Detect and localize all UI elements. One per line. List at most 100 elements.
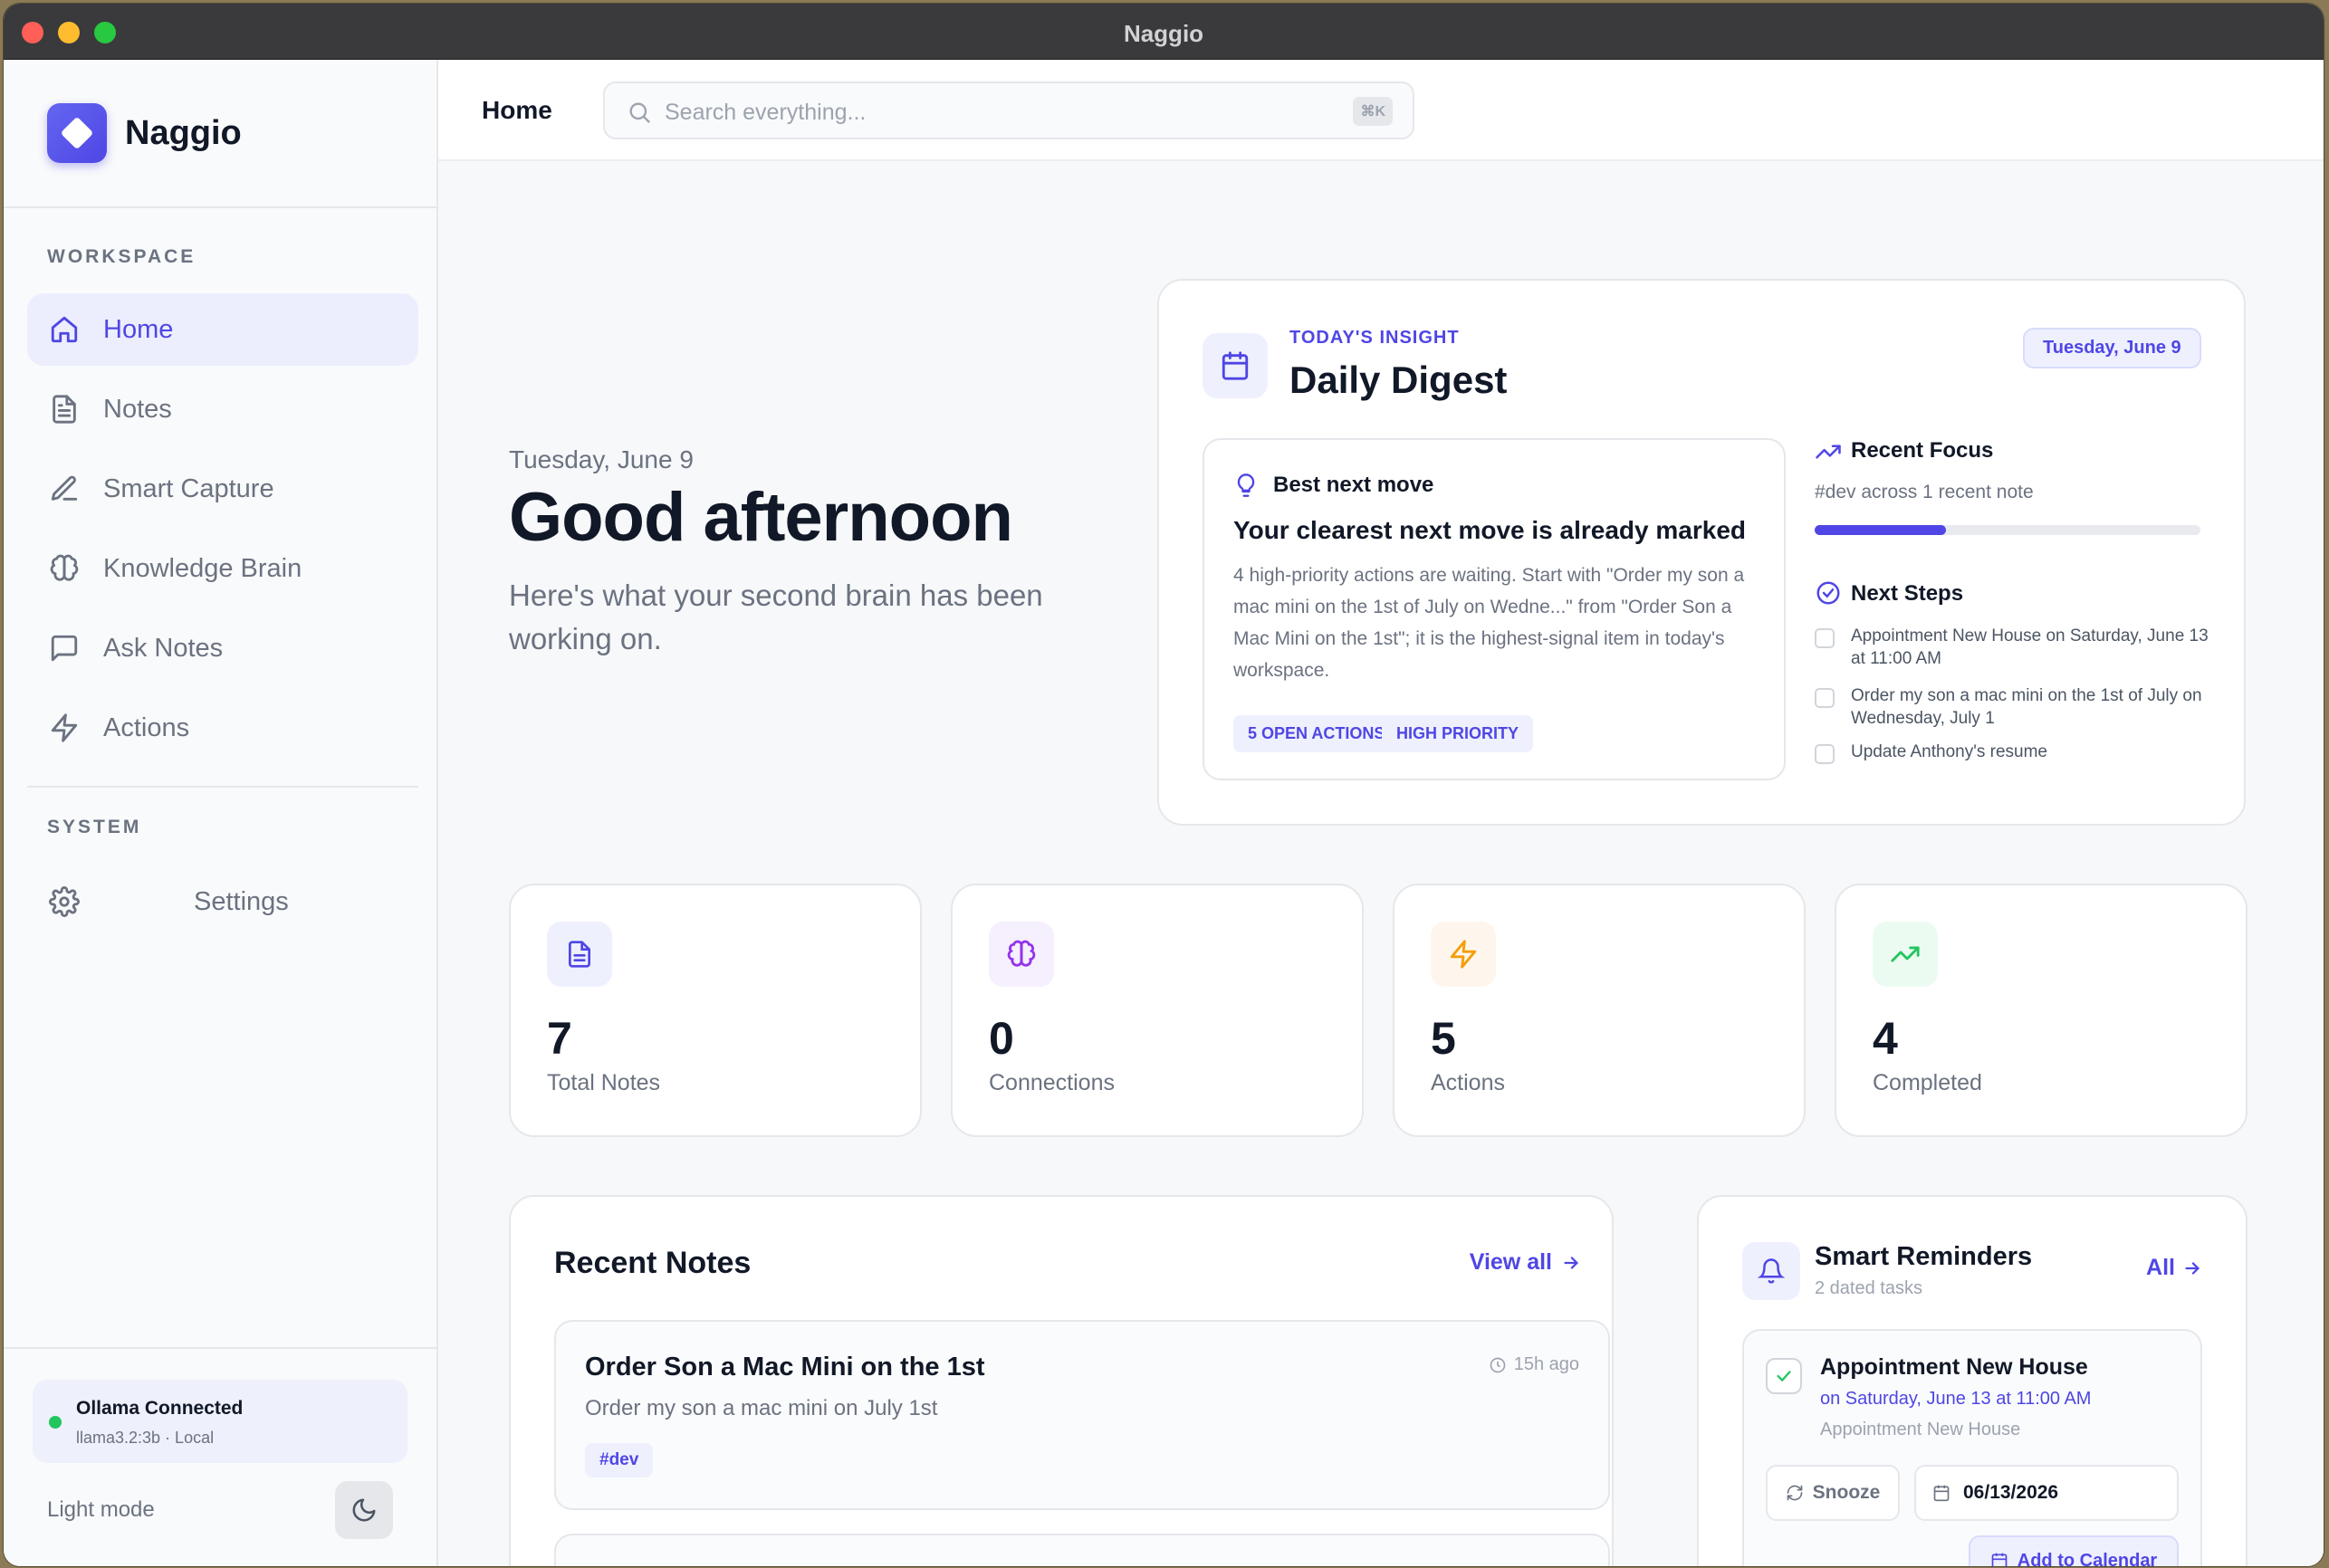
reminder-date: 06/13/2026	[1963, 1482, 2059, 1503]
sidebar-item-notes[interactable]: Notes	[27, 373, 418, 445]
main-content: Home Search everything... ⌘K Tuesday, Ju…	[438, 60, 2324, 1566]
stat-value: 0	[989, 1013, 1014, 1064]
stat-value: 5	[1431, 1013, 1456, 1064]
stat-card-completed[interactable]: 4 Completed	[1835, 884, 2248, 1137]
sidebar-divider	[27, 786, 418, 788]
sidebar-divider	[4, 1347, 438, 1349]
bell-icon	[1742, 1242, 1800, 1300]
stat-card-actions[interactable]: 5 Actions	[1393, 884, 1806, 1137]
stat-card-connections[interactable]: 0 Connections	[951, 884, 1364, 1137]
theme-toggle-button[interactable]	[335, 1481, 393, 1539]
search-icon	[629, 102, 650, 123]
brain-icon	[989, 922, 1054, 987]
stat-label: Total Notes	[547, 1070, 661, 1095]
stat-label: Connections	[989, 1070, 1115, 1095]
page-title: Home	[482, 96, 552, 124]
best-move-card: Best next move Your clearest next move i…	[1203, 438, 1786, 780]
brand[interactable]: Naggio	[47, 103, 242, 163]
snooze-label: Snooze	[1812, 1482, 1881, 1503]
reminder-complete-checkbox[interactable]	[1766, 1358, 1802, 1394]
status-title: Ollama Connected	[76, 1398, 244, 1419]
pen-icon	[51, 475, 78, 501]
sidebar-item-knowledge-brain[interactable]: Knowledge Brain	[27, 532, 418, 605]
smart-reminders-card: Smart Reminders 2 dated tasks All Appoin…	[1697, 1195, 2248, 1566]
system-section-label: SYSTEM	[47, 817, 142, 837]
sidebar-item-label: Settings	[194, 886, 289, 916]
best-move-headline: Your clearest next move is already marke…	[1233, 516, 1746, 544]
mode-label: Light mode	[47, 1497, 155, 1522]
sidebar-item-actions[interactable]: Actions	[27, 692, 418, 764]
reminders-subtitle: 2 dated tasks	[1815, 1278, 1922, 1298]
sidebar-item-label: Knowledge Brain	[103, 553, 302, 583]
sidebar-item-settings[interactable]: Settings	[27, 865, 299, 938]
ollama-status-card: Ollama Connected llama3.2:3b · Local	[33, 1380, 407, 1463]
note-item[interactable]: Order Son a Mac Mini on the 1st 15h ago …	[554, 1320, 1610, 1510]
note-timestamp: 15h ago	[1489, 1354, 1579, 1375]
calendar-icon	[1933, 1485, 1950, 1502]
greeting-date: Tuesday, June 9	[509, 445, 694, 473]
message-square-icon	[51, 635, 78, 662]
sidebar-item-home[interactable]: Home	[27, 293, 418, 366]
sidebar-item-label: Ask Notes	[103, 633, 224, 663]
reminder-date-input[interactable]: 06/13/2026	[1914, 1465, 2179, 1521]
file-text-icon	[53, 395, 76, 424]
next-step-item: Order my son a mac mini on the 1st of Ju…	[1851, 686, 2202, 728]
snooze-button[interactable]: Snooze	[1766, 1465, 1900, 1521]
next-step-checkbox[interactable]	[1815, 744, 1835, 764]
stat-value: 7	[547, 1013, 572, 1064]
note-item[interactable]	[554, 1534, 1610, 1566]
add-to-calendar-button[interactable]: Add to Calendar	[1969, 1535, 2179, 1566]
refresh-icon	[1787, 1485, 1802, 1501]
check-circle-icon	[1816, 581, 1840, 605]
search-input[interactable]: Search everything... ⌘K	[603, 81, 1414, 139]
sidebar-item-ask-notes[interactable]: Ask Notes	[27, 612, 418, 684]
digest-title: Daily Digest	[1289, 359, 1508, 401]
greeting-subtitle: Here's what your second brain has been w…	[509, 578, 1043, 655]
status-dot	[49, 1416, 62, 1429]
focus-progress-fill	[1815, 525, 1946, 535]
note-tag[interactable]: #dev	[585, 1443, 654, 1477]
next-step-item: Appointment New House on Saturday, June …	[1851, 626, 2209, 668]
best-move-label: Best next move	[1273, 473, 1434, 497]
all-label: All	[2146, 1255, 2175, 1280]
sidebar: Naggio WORKSPACE Home Notes Smart Captur…	[4, 60, 438, 1566]
trending-up-icon	[1816, 445, 1841, 459]
sidebar-item-label: Actions	[103, 712, 190, 742]
sidebar-item-smart-capture[interactable]: Smart Capture	[27, 453, 418, 525]
stat-card-total-notes[interactable]: 7 Total Notes	[509, 884, 922, 1137]
reminder-when: on Saturday, June 13 at 11:00 AM	[1820, 1389, 2092, 1409]
note-body: Order my son a mac mini on July 1st	[585, 1396, 938, 1420]
recent-focus-text: #dev across 1 recent note	[1815, 482, 2034, 502]
view-all-link[interactable]: View all	[1470, 1249, 1581, 1276]
next-step-checkbox[interactable]	[1815, 628, 1835, 648]
next-step-checkbox[interactable]	[1815, 688, 1835, 708]
home-icon	[51, 316, 78, 343]
note-time: 15h ago	[1513, 1354, 1579, 1374]
window-title: Naggio	[1123, 20, 1204, 47]
recent-notes-card: Recent Notes View all Order Son a Mac Mi…	[509, 1195, 1614, 1566]
stat-label: Completed	[1873, 1070, 1982, 1095]
title-bar: Naggio	[4, 4, 2324, 60]
search-placeholder: Search everything...	[665, 100, 867, 125]
trending-up-icon	[1873, 922, 1938, 987]
brand-name: Naggio	[125, 113, 242, 152]
note-title: Order Son a Mac Mini on the 1st	[585, 1353, 985, 1382]
add-to-calendar-label: Add to Calendar	[2017, 1550, 2158, 1567]
recent-notes-title: Recent Notes	[554, 1246, 752, 1280]
arrow-right-icon	[1564, 1256, 1579, 1269]
arrow-right-icon	[2185, 1261, 2200, 1275]
stat-value: 4	[1873, 1013, 1898, 1064]
open-actions-tag: 5 OPEN ACTIONS	[1233, 715, 1400, 752]
brain-icon	[50, 554, 79, 581]
clock-icon	[1490, 1357, 1506, 1372]
top-bar: Home Search everything... ⌘K	[438, 60, 2324, 161]
moon-icon	[352, 1498, 376, 1522]
lightbulb-icon	[1237, 473, 1255, 497]
gear-icon	[49, 886, 80, 917]
sidebar-divider	[4, 206, 438, 208]
stat-label: Actions	[1431, 1070, 1505, 1095]
zap-icon	[51, 713, 78, 742]
all-reminders-link[interactable]: All	[2146, 1255, 2202, 1281]
recent-focus-label: Recent Focus	[1851, 438, 1994, 463]
zap-icon	[1431, 922, 1496, 987]
